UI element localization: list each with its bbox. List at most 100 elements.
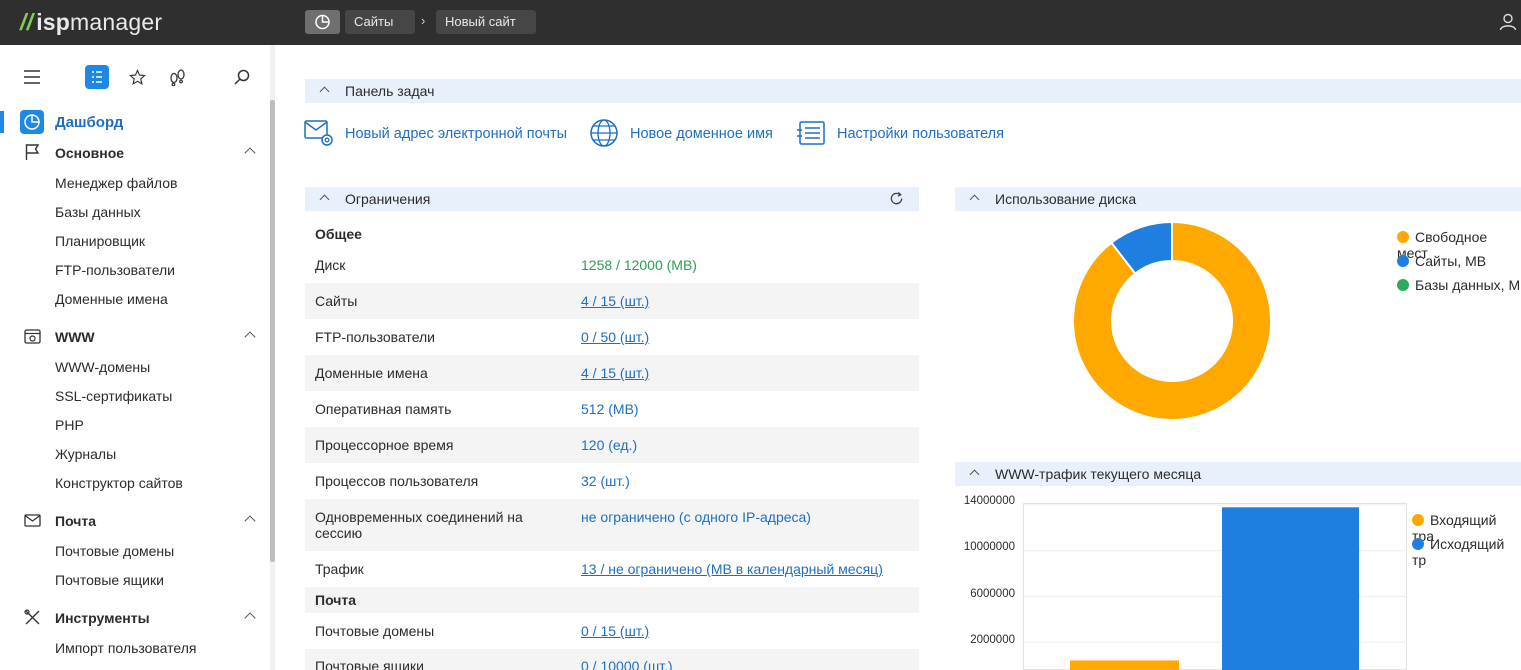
legend-swatch (1397, 231, 1409, 243)
row-label: Почтовые домены (315, 623, 435, 639)
sidebar-item-databases[interactable]: Базы данных (55, 204, 141, 220)
logo-isp: isp (36, 9, 71, 35)
search-icon[interactable] (234, 69, 250, 85)
y-tick-label: 2000000 (970, 634, 1015, 646)
legend-swatch (1397, 255, 1409, 267)
sidebar-item-dashboard-icon (20, 110, 44, 134)
limits-panel-header[interactable]: Ограничения (305, 187, 919, 211)
disk-panel-title: Использование диска (995, 191, 1137, 207)
row-value-link[interactable]: 0 / 15 (шт.) (581, 623, 649, 639)
footprints-icon[interactable] (169, 69, 186, 86)
sidebar-section-www[interactable]: WWW (55, 329, 95, 345)
logo-manager: manager (70, 9, 163, 35)
sidebar-item-domain-names[interactable]: Доменные имена (55, 291, 168, 307)
bar[interactable] (1222, 507, 1359, 670)
top-bar: //ispmanager Сайты › Новый сайт (0, 0, 1521, 45)
row-label: Процессорное время (315, 437, 454, 453)
sidebar-item-file-manager[interactable]: Менеджер файлов (55, 175, 178, 191)
sidebar-item-site-builder[interactable]: Конструктор сайтов (55, 475, 183, 491)
sidebar-item-ftp-users[interactable]: FTP-пользователи (55, 262, 175, 278)
limits-row: Оперативная память 512 (MB) (305, 391, 919, 427)
group-mail: Почта (315, 592, 357, 608)
task-new-email[interactable]: Новый адрес электронной почты (345, 126, 567, 142)
star-icon[interactable] (129, 69, 146, 86)
traffic-bar-chart (1023, 503, 1407, 670)
sidebar-item-mailboxes[interactable]: Почтовые ящики (55, 572, 164, 588)
limits-row: Почтовые домены 0 / 15 (шт.) (305, 613, 919, 649)
chevron-up-icon[interactable] (969, 469, 980, 480)
new-email-icon[interactable] (304, 118, 336, 150)
breadcrumb-new-site[interactable]: Новый сайт (436, 10, 536, 34)
sidebar-item-php[interactable]: PHP (55, 417, 84, 433)
row-value: 120 (ед.) (581, 437, 638, 453)
breadcrumb-sites[interactable]: Сайты (345, 10, 415, 34)
legend-label: Базы данных, M (1415, 277, 1521, 293)
legend-swatch (1412, 538, 1424, 550)
task-new-domain[interactable]: Новое доменное имя (630, 126, 773, 142)
disk-panel-header[interactable]: Использование диска (955, 187, 1521, 211)
limits-row: Процессорное время 120 (ед.) (305, 427, 919, 463)
row-label: Доменные имена (315, 365, 428, 381)
app-logo[interactable]: //ispmanager (20, 9, 162, 36)
limits-group-row (305, 587, 919, 613)
limits-panel-title: Ограничения (345, 191, 431, 207)
sidebar-item-www-domains[interactable]: WWW-домены (55, 359, 150, 375)
legend-item-sites[interactable]: Сайты, MB (1397, 253, 1486, 269)
row-label: Почтовые ящики (315, 658, 424, 670)
row-value-link[interactable]: 13 / не ограничено (MB в календарный мес… (581, 561, 883, 577)
row-value-link[interactable]: 0 / 10000 (шт.) (581, 658, 673, 670)
sidebar-item-mail-domains[interactable]: Почтовые домены (55, 543, 174, 559)
sidebar-item-import-user[interactable]: Импорт пользователя (55, 640, 197, 656)
sidebar-section-main[interactable]: Основное (55, 145, 124, 161)
legend-swatch (1412, 514, 1424, 526)
row-value: не ограничено (с одного IP-адреса) (581, 509, 811, 525)
mail-icon (24, 514, 41, 527)
sidebar-item-scheduler[interactable]: Планировщик (55, 233, 145, 249)
row-value: 512 (MB) (581, 401, 639, 417)
home-button[interactable] (305, 10, 340, 34)
logo-mark: // (20, 9, 34, 35)
traffic-panel-title: WWW-трафик текущего месяца (995, 466, 1202, 482)
y-tick-label: 14000000 (963, 495, 1015, 507)
task-user-settings[interactable]: Настройки пользователя (837, 126, 1004, 142)
traffic-panel-header[interactable]: WWW-трафик текущего месяца (955, 462, 1521, 486)
tasks-panel-title: Панель задач (345, 83, 435, 99)
group-general: Общее (315, 226, 362, 242)
dashboard-icon (24, 114, 40, 130)
legend-item-outgoing[interactable]: Исходящий тр (1412, 536, 1521, 568)
limits-row: Почтовые ящики 0 / 10000 (шт.) (305, 649, 919, 670)
globe-icon[interactable] (589, 118, 620, 149)
tools-icon (24, 609, 40, 625)
row-label: Процессов пользователя (315, 473, 479, 489)
breadcrumb-separator: › (421, 13, 426, 28)
legend-label: Сайты, MB (1415, 253, 1487, 269)
row-label-line2: сессию (315, 525, 363, 541)
chevron-up-icon[interactable] (969, 194, 980, 205)
sidebar-item-dashboard[interactable]: Дашборд (55, 114, 123, 131)
chevron-up-icon[interactable] (319, 86, 330, 97)
refresh-icon[interactable] (889, 191, 904, 206)
bar[interactable] (1070, 660, 1179, 670)
limits-row: Трафик 13 / не ограничено (MB в календар… (305, 551, 919, 587)
menu-icon[interactable] (24, 70, 40, 84)
sidebar-item-ssl[interactable]: SSL-сертификаты (55, 388, 172, 404)
limits-row: Сайты 4 / 15 (шт.) (305, 283, 919, 319)
row-value-link[interactable]: 0 / 50 (шт.) (581, 329, 649, 345)
user-settings-icon[interactable] (796, 120, 826, 148)
user-icon[interactable] (1499, 13, 1517, 31)
sidebar-item-logs[interactable]: Журналы (55, 446, 116, 462)
row-label: Диск (315, 257, 346, 273)
sidebar-section-tools[interactable]: Инструменты (55, 610, 150, 626)
chevron-up-icon[interactable] (319, 194, 330, 205)
row-value-link[interactable]: 4 / 15 (шт.) (581, 293, 649, 309)
legend-label: Исходящий тр (1412, 536, 1505, 568)
list-view-button[interactable] (85, 65, 109, 89)
dashboard-icon (315, 14, 330, 30)
y-tick-label: 10000000 (963, 541, 1015, 553)
row-value-link[interactable]: 4 / 15 (шт.) (581, 365, 649, 381)
legend-item-databases[interactable]: Базы данных, M (1397, 277, 1520, 293)
tasks-panel-header[interactable]: Панель задач (305, 79, 1521, 103)
sidebar-scrollbar[interactable] (270, 100, 275, 562)
sidebar-section-mail[interactable]: Почта (55, 513, 96, 529)
limits-row: Диск 1258 / 12000 (MB) (305, 247, 919, 283)
